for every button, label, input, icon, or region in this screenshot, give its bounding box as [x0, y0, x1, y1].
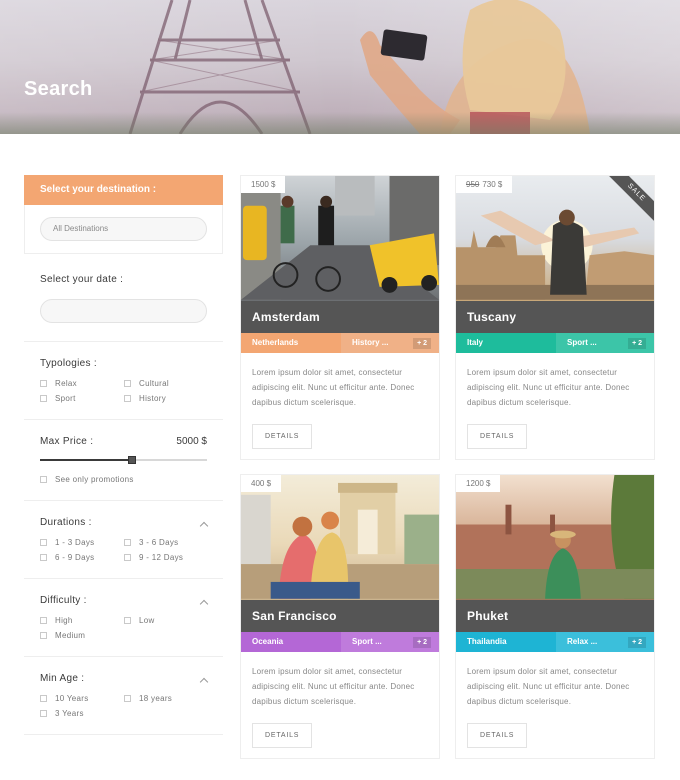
tour-description: Lorem ipsum dolor sit amet, consectetur …: [467, 368, 630, 407]
more-tags-badge[interactable]: + 2: [628, 338, 646, 349]
tour-card-amsterdam[interactable]: 1500 $ Amsterdam Netherlands History ...…: [240, 175, 440, 460]
more-tags-badge[interactable]: + 2: [628, 637, 646, 648]
tour-tags: Netherlands History ... + 2: [241, 333, 439, 353]
destination-header: Select your destination :: [24, 175, 223, 205]
date-input[interactable]: [40, 299, 207, 323]
checkbox-box[interactable]: [124, 554, 131, 561]
tour-description: Lorem ipsum dolor sit amet, consectetur …: [467, 667, 630, 706]
price-tag: 1500 $: [241, 176, 286, 193]
min-age-label: Min Age :: [40, 673, 85, 684]
typology-relax-checkbox[interactable]: Relax: [40, 379, 124, 388]
price-slider-handle[interactable]: [127, 456, 136, 464]
checkbox-box[interactable]: [124, 695, 131, 702]
tour-description: Lorem ipsum dolor sit amet, consectetur …: [252, 667, 415, 706]
checkbox-box[interactable]: [40, 632, 47, 639]
promotions-checkbox[interactable]: See only promotions: [40, 475, 207, 484]
date-label: Select your date :: [40, 274, 124, 285]
tour-image[interactable]: 400 $: [241, 475, 439, 600]
tour-tags: Thailandia Relax ... + 2: [456, 632, 654, 652]
checkbox-box[interactable]: [124, 539, 131, 546]
difficulty-label: Difficulty :: [40, 595, 87, 606]
typologies-section: Typologies : Relax Cultural Sport Histor…: [24, 342, 223, 420]
duration-9-12-checkbox[interactable]: 9 - 12 Days: [124, 553, 214, 562]
durations-section: Durations : 1 - 3 Days 3 - 6 Days 6 - 9 …: [24, 501, 223, 579]
max-price-section: Max Price : 5000 $ See only promotions: [24, 420, 223, 501]
tour-title[interactable]: Phuket: [456, 600, 654, 632]
max-price-label: Max Price :: [40, 436, 94, 447]
tour-description: Lorem ipsum dolor sit amet, consectetur …: [252, 368, 415, 407]
details-button[interactable]: DETAILS: [467, 723, 528, 748]
street-cyclists-image: [241, 176, 439, 300]
age-18-checkbox[interactable]: 18 years: [124, 694, 214, 703]
checkbox-box[interactable]: [40, 554, 47, 561]
difficulty-high-checkbox[interactable]: High: [40, 616, 124, 625]
details-button[interactable]: DETAILS: [252, 424, 313, 449]
price-tag: 1200 $: [456, 475, 501, 492]
destination-tag[interactable]: Italy: [456, 333, 556, 353]
checkbox-box[interactable]: [124, 380, 131, 387]
destination-select[interactable]: All Destinations: [40, 217, 207, 241]
tour-title[interactable]: Tuscany: [456, 301, 654, 333]
old-price: 950: [466, 180, 480, 189]
tour-image[interactable]: 950 730 $ SALE: [456, 176, 654, 301]
date-section: Select your date :: [24, 254, 223, 342]
couple-arch-image: [241, 482, 439, 599]
price-tag: 950 730 $: [456, 176, 513, 193]
durations-label: Durations :: [40, 517, 92, 528]
tour-tags: Oceania Sport ... + 2: [241, 632, 439, 652]
tour-title[interactable]: Amsterdam: [241, 301, 439, 333]
tour-title[interactable]: San Francisco: [241, 600, 439, 632]
page-title: Search: [24, 78, 93, 100]
min-age-section: Min Age : 10 Years 18 years 3 Years: [24, 657, 223, 735]
details-button[interactable]: DETAILS: [252, 723, 313, 748]
hero-treeline: [0, 112, 680, 134]
typology-tag[interactable]: History ... + 2: [341, 333, 439, 353]
typology-tag[interactable]: Relax ... + 2: [556, 632, 654, 652]
tour-card-san-francisco[interactable]: 400 $ San Francisco Oceania Sport ... + 2…: [240, 474, 440, 759]
tour-card-tuscany[interactable]: 950 730 $ SALE Tuscany Italy Sport ... + 2…: [455, 175, 655, 460]
difficulty-medium-checkbox[interactable]: Medium: [40, 631, 124, 640]
duration-1-3-checkbox[interactable]: 1 - 3 Days: [40, 538, 124, 547]
more-tags-badge[interactable]: + 2: [413, 338, 431, 349]
tour-tags: Italy Sport ... + 2: [456, 333, 654, 353]
checkbox-box[interactable]: [40, 476, 47, 483]
difficulty-low-checkbox[interactable]: Low: [124, 616, 214, 625]
duration-3-6-checkbox[interactable]: 3 - 6 Days: [124, 538, 214, 547]
checkbox-box[interactable]: [124, 395, 131, 402]
tour-image[interactable]: 1200 $: [456, 475, 654, 600]
age-10-checkbox[interactable]: 10 Years: [40, 694, 124, 703]
details-button[interactable]: DETAILS: [467, 424, 528, 449]
destination-box: All Destinations: [24, 205, 223, 254]
checkbox-box[interactable]: [40, 539, 47, 546]
traveler-cityscape-image: [456, 209, 654, 300]
checkbox-box[interactable]: [40, 695, 47, 702]
typology-sport-checkbox[interactable]: Sport: [40, 394, 124, 403]
hero-banner: Search: [0, 0, 680, 134]
more-tags-badge[interactable]: + 2: [413, 637, 431, 648]
price-slider-fill: [40, 459, 132, 461]
checkbox-box[interactable]: [40, 380, 47, 387]
typology-tag[interactable]: Sport ... + 2: [556, 333, 654, 353]
difficulty-section: Difficulty : High Low Medium: [24, 579, 223, 657]
duration-6-9-checkbox[interactable]: 6 - 9 Days: [40, 553, 124, 562]
search-filters-sidebar: Select your destination : All Destinatio…: [24, 175, 223, 735]
typology-history-checkbox[interactable]: History: [124, 394, 214, 403]
checkbox-box[interactable]: [124, 617, 131, 624]
tour-image[interactable]: 1500 $: [241, 176, 439, 301]
checkbox-box[interactable]: [40, 710, 47, 717]
destination-tag[interactable]: Thailandia: [456, 632, 556, 652]
price-slider[interactable]: [40, 456, 207, 464]
checkbox-box[interactable]: [40, 395, 47, 402]
price-tag: 400 $: [241, 475, 282, 492]
typologies-label: Typologies :: [40, 358, 97, 369]
destination-tag[interactable]: Netherlands: [241, 333, 341, 353]
max-price-value: 5000 $: [176, 436, 207, 447]
tour-card-phuket[interactable]: 1200 $ Phuket Thailandia Relax ... + 2 Lo…: [455, 474, 655, 759]
checkbox-box[interactable]: [40, 617, 47, 624]
typology-tag[interactable]: Sport ... + 2: [341, 632, 439, 652]
typology-cultural-checkbox[interactable]: Cultural: [124, 379, 214, 388]
age-3-checkbox[interactable]: 3 Years: [40, 709, 124, 718]
destination-tag[interactable]: Oceania: [241, 632, 341, 652]
woman-city-view-image: [456, 475, 654, 599]
